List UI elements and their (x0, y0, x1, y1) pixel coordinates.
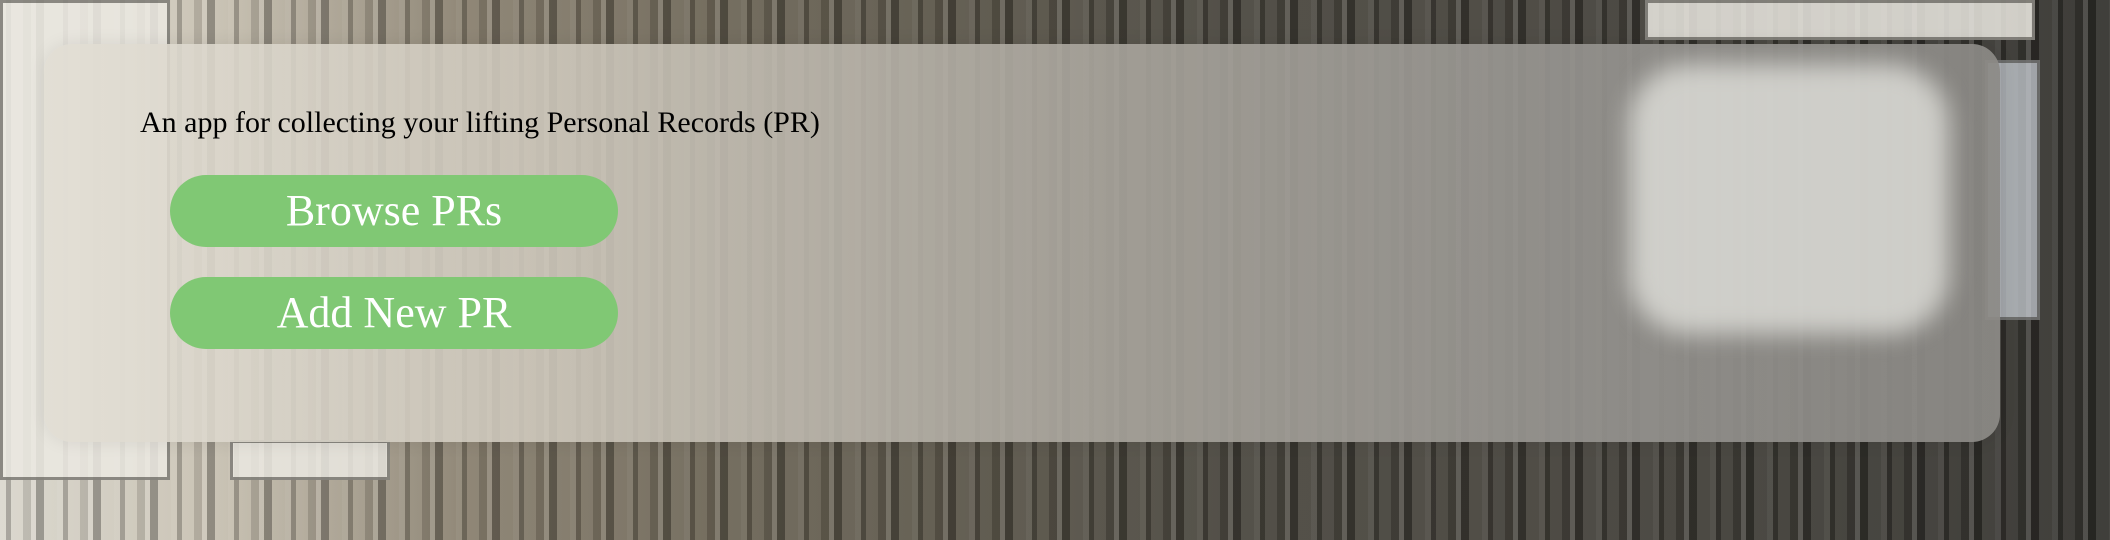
background-window (230, 440, 390, 480)
home-card: An app for collecting your lifting Perso… (44, 44, 2000, 442)
app-tagline: An app for collecting your lifting Perso… (140, 106, 820, 139)
add-new-pr-button[interactable]: Add New PR (170, 277, 618, 349)
background-window (1645, 0, 2035, 40)
browse-prs-button[interactable]: Browse PRs (170, 175, 618, 247)
card-glow (1629, 64, 1949, 334)
